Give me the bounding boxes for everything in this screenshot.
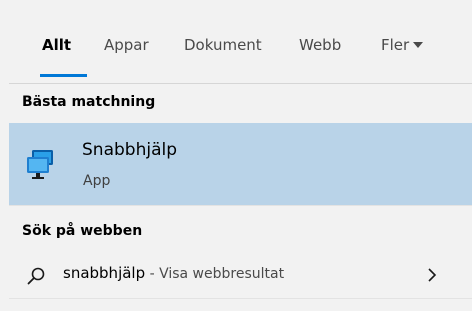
tab-all[interactable]: Allt — [42, 36, 71, 54]
section-divider — [9, 205, 472, 206]
web-search-header: Sök på webben — [22, 223, 143, 239]
app-type: App — [83, 173, 111, 189]
caret-down-icon — [413, 42, 424, 48]
search-results-panel: Allt Appar Dokument Webb Fler Bästa matc… — [9, 0, 472, 311]
search-icon — [27, 267, 45, 285]
app-name: Snabbhjälp — [82, 140, 177, 160]
chevron-right-icon[interactable] — [426, 267, 438, 283]
tab-documents[interactable]: Dokument — [184, 36, 262, 54]
active-tab-indicator — [40, 74, 87, 77]
tab-more[interactable]: Fler — [381, 36, 424, 54]
tabs-divider — [9, 83, 472, 84]
quick-assist-monitor-icon — [27, 150, 53, 179]
tab-web[interactable]: Webb — [299, 36, 341, 54]
best-match-result[interactable]: Snabbhjälp App — [9, 123, 472, 205]
tab-apps[interactable]: Appar — [104, 36, 149, 54]
filter-tabs: Allt Appar Dokument Webb Fler — [9, 0, 472, 83]
web-result-text: snabbhjälp - Visa webbresultat — [63, 264, 284, 282]
bottom-border — [9, 298, 472, 299]
web-result-row[interactable]: snabbhjälp - Visa webbresultat — [9, 252, 472, 298]
web-result-suffix: - Visa webbresultat — [145, 266, 285, 282]
best-match-header: Bästa matchning — [22, 94, 156, 110]
tab-more-label: Fler — [381, 36, 410, 54]
web-query: snabbhjälp — [63, 264, 146, 282]
left-edge — [0, 0, 9, 311]
